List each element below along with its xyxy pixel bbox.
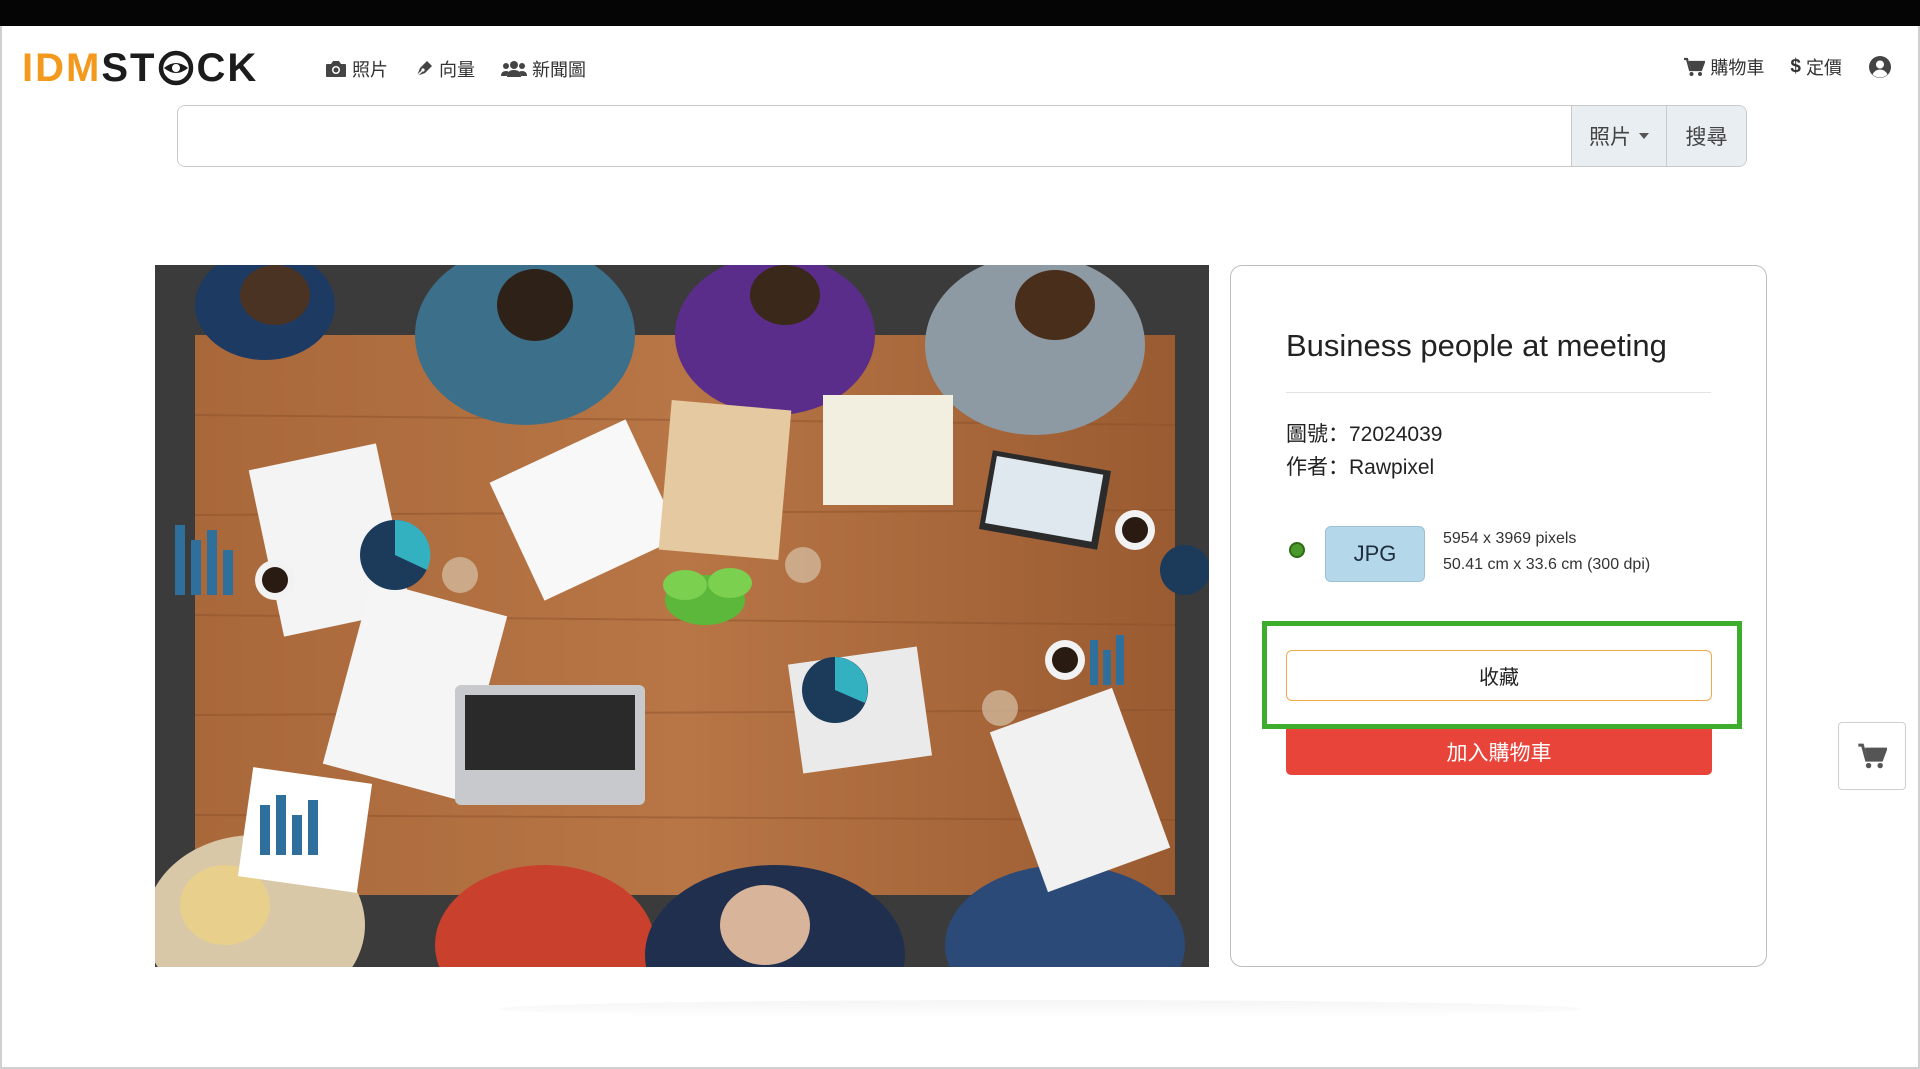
search-bar: 照片 搜尋 bbox=[177, 105, 1747, 167]
add-to-cart-button[interactable]: 加入購物車 bbox=[1286, 729, 1712, 775]
nav-pricing-label: 定價 bbox=[1806, 58, 1842, 78]
size-pixels: 5954 x 3969 pixels bbox=[1443, 530, 1577, 547]
nav-vectors[interactable]: 向量 bbox=[414, 56, 475, 82]
logo-text-ck: CK bbox=[196, 45, 259, 90]
decorative-shadow bbox=[500, 1000, 1580, 1018]
logo-text-st: ST bbox=[101, 45, 157, 90]
pen-nib-icon bbox=[416, 61, 432, 77]
nav-cart-label: 購物車 bbox=[1710, 58, 1765, 78]
divider bbox=[1286, 392, 1711, 393]
highlight-box bbox=[1262, 621, 1742, 729]
image-details-card: Business people at meeting 圖號：72024039 作… bbox=[1230, 265, 1767, 967]
nav-photos-label: 照片 bbox=[352, 60, 388, 80]
user-circle-icon bbox=[1869, 56, 1891, 78]
floating-cart-button[interactable] bbox=[1838, 722, 1906, 790]
dollar-icon: $ bbox=[1790, 56, 1801, 77]
nav-pricing[interactable]: $ 定價 bbox=[1790, 54, 1842, 80]
cart-icon bbox=[1684, 57, 1706, 76]
top-bar bbox=[0, 0, 1920, 26]
chevron-down-icon bbox=[1639, 133, 1649, 139]
photo-illustration bbox=[155, 265, 1209, 967]
cart-icon bbox=[1858, 743, 1887, 769]
logo-eye-icon bbox=[159, 50, 194, 86]
camera-icon bbox=[326, 61, 346, 77]
nav-news-label: 新聞圖 bbox=[532, 60, 586, 80]
main-nav: 照片 向量 新聞圖 bbox=[325, 56, 586, 82]
user-nav: 購物車 $ 定價 bbox=[1683, 54, 1892, 80]
search-button-label: 搜尋 bbox=[1685, 126, 1728, 149]
format-jpg-button[interactable]: JPG bbox=[1325, 526, 1425, 582]
format-label: JPG bbox=[1353, 541, 1397, 566]
image-title: Business people at meeting bbox=[1286, 328, 1667, 363]
nav-photos[interactable]: 照片 bbox=[325, 56, 388, 82]
search-type-label: 照片 bbox=[1589, 126, 1631, 149]
nav-account[interactable] bbox=[1868, 55, 1892, 79]
search-button[interactable]: 搜尋 bbox=[1666, 106, 1746, 166]
image-id: 圖號：72024039 bbox=[1286, 423, 1443, 446]
search-type-dropdown[interactable]: 照片 bbox=[1571, 106, 1666, 166]
nav-news[interactable]: 新聞圖 bbox=[501, 56, 586, 82]
nav-vectors-label: 向量 bbox=[439, 60, 475, 80]
search-input[interactable] bbox=[178, 106, 1571, 166]
stock-photo[interactable] bbox=[155, 265, 1209, 967]
add-to-cart-label: 加入購物車 bbox=[1446, 742, 1552, 765]
size-cm: 50.41 cm x 33.6 cm (300 dpi) bbox=[1443, 556, 1651, 573]
nav-cart[interactable]: 購物車 bbox=[1683, 54, 1764, 80]
image-author: 作者：Rawpixel bbox=[1286, 456, 1435, 479]
site-logo[interactable]: IDM ST CK bbox=[22, 46, 258, 90]
format-radio[interactable] bbox=[1289, 542, 1305, 558]
logo-text-idm: IDM bbox=[22, 45, 102, 90]
users-icon bbox=[501, 61, 527, 77]
